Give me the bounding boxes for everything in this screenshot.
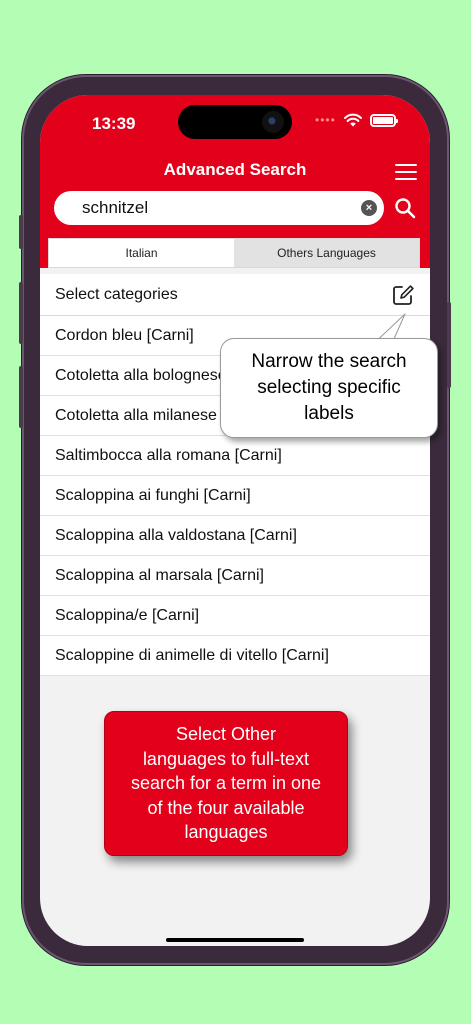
battery-icon [369, 113, 398, 127]
callout-narrow-search-text: Narrow the search selecting specific lab… [251, 351, 407, 424]
list-item[interactable]: Scaloppina alla valdostana [Carni] [40, 516, 430, 556]
list-item[interactable]: Scaloppina ai funghi [Carni] [40, 476, 430, 516]
search-input[interactable] [82, 191, 352, 225]
power-button [447, 302, 451, 388]
list-item[interactable]: Saltimbocca alla romana [Carni] [40, 436, 430, 476]
volume-down-button [19, 366, 23, 428]
signal-dots-icon: •••• [315, 113, 336, 127]
list-item[interactable]: Scaloppine di animelle di vitello [Carni… [40, 636, 430, 676]
callout-other-languages: Select Other languages to full-text sear… [104, 711, 348, 856]
status-icons: •••• [315, 113, 398, 127]
clear-icon[interactable]: × [361, 200, 377, 216]
search-bar: × [54, 191, 384, 225]
camera-icon [262, 111, 284, 133]
select-categories-row[interactable]: Select categories [40, 274, 430, 316]
list-item[interactable]: Scaloppina al marsala [Carni] [40, 556, 430, 596]
action-button [19, 215, 23, 249]
dynamic-island [178, 105, 292, 139]
callout-narrow-search: Narrow the search selecting specific lab… [220, 338, 438, 438]
callout-other-languages-text: Select Other languages to full-text sear… [130, 724, 322, 842]
list-item[interactable]: Scaloppina/e [Carni] [40, 596, 430, 636]
search-icon[interactable] [394, 197, 416, 219]
tab-italian[interactable]: Italian [49, 239, 234, 267]
volume-up-button [19, 282, 23, 344]
home-indicator[interactable] [166, 938, 304, 942]
tab-other-languages[interactable]: Others Languages [234, 239, 419, 267]
page-title: Advanced Search [163, 160, 307, 179]
status-time: 13:39 [92, 114, 136, 133]
language-tabs: Italian Others Languages [48, 238, 420, 268]
edit-icon[interactable] [392, 284, 414, 306]
wifi-icon [343, 113, 362, 127]
menu-icon[interactable] [395, 164, 417, 180]
app-header: 13:39 •••• Advanced Search × Italian Oth… [40, 95, 430, 268]
select-categories-label: Select categories [55, 286, 178, 303]
